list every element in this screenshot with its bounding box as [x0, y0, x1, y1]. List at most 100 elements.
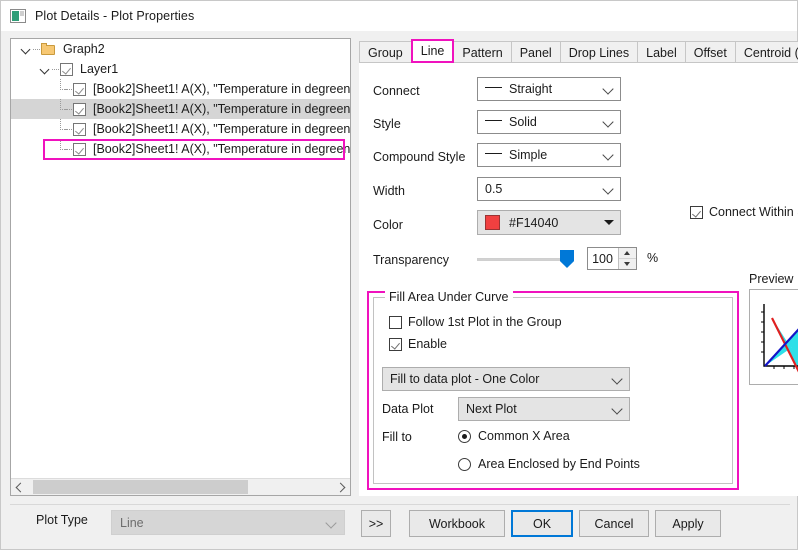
follow-first-plot-checkbox[interactable]: Follow 1st Plot in the Group	[389, 315, 562, 329]
chevron-down-icon[interactable]	[38, 60, 52, 78]
line-sample-icon	[485, 152, 502, 154]
title-bar: Plot Details - Plot Properties	[1, 1, 797, 31]
preview-chart	[761, 304, 798, 373]
plot-type-value: Line	[120, 515, 144, 530]
chevron-down-icon	[602, 115, 616, 129]
connect-within-checkbox[interactable]: Connect Within Su	[690, 205, 798, 219]
plot-tree-panel[interactable]: Graph2 Layer1 [Book2]Sheet1! A(X), "Temp…	[10, 38, 351, 496]
tree-connector	[57, 99, 67, 118]
ok-button[interactable]: OK	[511, 510, 573, 537]
transparency-value[interactable]: 100	[588, 252, 618, 266]
transparency-spinner[interactable]: 100	[587, 247, 637, 270]
radio-area-enclosed-label: Area Enclosed by End Points	[478, 457, 640, 471]
data-plot-label: Data Plot	[382, 402, 434, 416]
tree-horizontal-scrollbar[interactable]	[11, 478, 350, 495]
checkbox-box	[389, 315, 402, 329]
tab-drop-lines[interactable]: Drop Lines	[559, 41, 639, 63]
compound-style-dropdown[interactable]: Simple	[477, 143, 621, 167]
tree-item-plot-3[interactable]: [Book2]Sheet1! A(X), "Temperature in deg…	[11, 119, 350, 139]
tab-offset[interactable]: Offset	[684, 41, 736, 63]
spinner-up-icon[interactable]	[619, 248, 636, 258]
property-tabs[interactable]: Group Line Pattern Panel Drop Lines Labe…	[359, 39, 798, 63]
chevron-down-icon	[602, 182, 616, 196]
radio-area-enclosed[interactable]: Area Enclosed by End Points	[458, 457, 640, 471]
tree-checkbox-plot-2[interactable]	[73, 102, 86, 116]
footer-divider	[10, 504, 790, 505]
slider-thumb[interactable]	[560, 250, 574, 268]
fill-mode-dropdown[interactable]: Fill to data plot - One Color	[382, 367, 630, 391]
plot-tree: Graph2 Layer1 [Book2]Sheet1! A(X), "Temp…	[11, 39, 350, 477]
compound-style-value: Simple	[509, 148, 548, 162]
apply-button[interactable]: Apply	[655, 510, 721, 537]
chevron-down-icon	[611, 372, 625, 386]
tree-connector	[65, 100, 73, 118]
fill-enable-checkbox[interactable]: Enable	[389, 337, 447, 351]
tree-checkbox-plot-1[interactable]	[73, 82, 86, 96]
window-title: Plot Details - Plot Properties	[35, 9, 195, 23]
width-value: 0.5	[485, 182, 503, 196]
compound-style-label: Compound Style	[373, 150, 466, 164]
spinner-down-icon[interactable]	[619, 258, 636, 269]
graph-window-icon	[10, 9, 26, 23]
tree-item-label: [Book2]Sheet1! A(X), "Temperature in deg…	[93, 102, 350, 116]
fill-area-group-title: Fill Area Under Curve	[385, 290, 513, 304]
tab-panel[interactable]: Panel	[510, 41, 561, 63]
radio-common-x-area-label: Common X Area	[478, 429, 570, 443]
radio-circle	[458, 457, 471, 471]
data-plot-dropdown[interactable]: Next Plot	[458, 397, 630, 421]
chevron-down-icon[interactable]	[19, 40, 33, 58]
chevron-left-icon[interactable]	[11, 479, 28, 495]
chevron-right-icon[interactable]	[333, 479, 350, 495]
checkbox-box	[389, 337, 402, 351]
width-dropdown[interactable]: 0.5	[477, 177, 621, 201]
workbook-button[interactable]: Workbook	[409, 510, 505, 537]
tree-checkbox-plot-4[interactable]	[73, 142, 86, 156]
tree-connector	[33, 40, 41, 58]
folder-icon	[41, 42, 57, 56]
tab-group[interactable]: Group	[359, 41, 412, 63]
tree-connector	[57, 139, 67, 158]
expand-button[interactable]: >>	[361, 510, 391, 537]
color-label-row: Color	[373, 213, 403, 237]
connect-label-row: Connect	[373, 79, 420, 103]
tab-label[interactable]: Label	[637, 41, 686, 63]
tree-connector	[57, 79, 67, 98]
tree-item-plot-1[interactable]: [Book2]Sheet1! A(X), "Temperature in deg…	[11, 79, 350, 99]
width-label: Width	[373, 184, 405, 198]
tree-item-label: [Book2]Sheet1! A(X), "Temperature in deg…	[93, 142, 350, 156]
transparency-slider[interactable]	[477, 248, 574, 270]
transparency-label-row: Transparency	[373, 248, 449, 272]
tree-item-plot-2[interactable]: [Book2]Sheet1! A(X), "Temperature in deg…	[11, 99, 350, 119]
tree-checkbox-layer1[interactable]	[60, 62, 73, 76]
tree-item-label: [Book2]Sheet1! A(X), "Temperature in deg…	[93, 82, 350, 96]
radio-common-x-area[interactable]: Common X Area	[458, 429, 570, 443]
width-label-row: Width	[373, 179, 405, 203]
fill-to-label: Fill to	[382, 430, 412, 444]
tree-item-layer1[interactable]: Layer1	[11, 59, 350, 79]
tree-checkbox-plot-3[interactable]	[73, 122, 86, 136]
follow-first-plot-label: Follow 1st Plot in the Group	[408, 315, 562, 329]
color-label: Color	[373, 218, 403, 232]
color-dropdown[interactable]: #F14040	[477, 210, 621, 235]
line-sample-icon	[485, 86, 502, 88]
tab-line[interactable]: Line	[410, 39, 455, 63]
style-dropdown[interactable]: Solid	[477, 110, 621, 134]
line-sample-icon	[485, 119, 502, 121]
fill-enable-label: Enable	[408, 337, 447, 351]
spinner-buttons[interactable]	[618, 248, 636, 269]
plot-type-dropdown: Line	[111, 510, 345, 535]
tree-connector	[52, 60, 60, 78]
tab-pattern[interactable]: Pattern	[453, 41, 512, 63]
scrollbar-thumb[interactable]	[33, 480, 248, 494]
tree-connector	[65, 120, 73, 138]
tab-centroid[interactable]: Centroid (Pro)	[734, 41, 798, 63]
connect-dropdown[interactable]: Straight	[477, 77, 621, 101]
checkbox-box	[690, 205, 703, 219]
preview-label: Preview	[749, 272, 794, 286]
tree-item-graph2[interactable]: Graph2	[11, 39, 350, 59]
chevron-down-icon	[611, 402, 625, 416]
tree-connector	[65, 80, 73, 98]
tree-item-plot-4[interactable]: [Book2]Sheet1! A(X), "Temperature in deg…	[11, 139, 350, 159]
compound-style-label-row: Compound Style	[373, 145, 465, 169]
cancel-button[interactable]: Cancel	[579, 510, 649, 537]
